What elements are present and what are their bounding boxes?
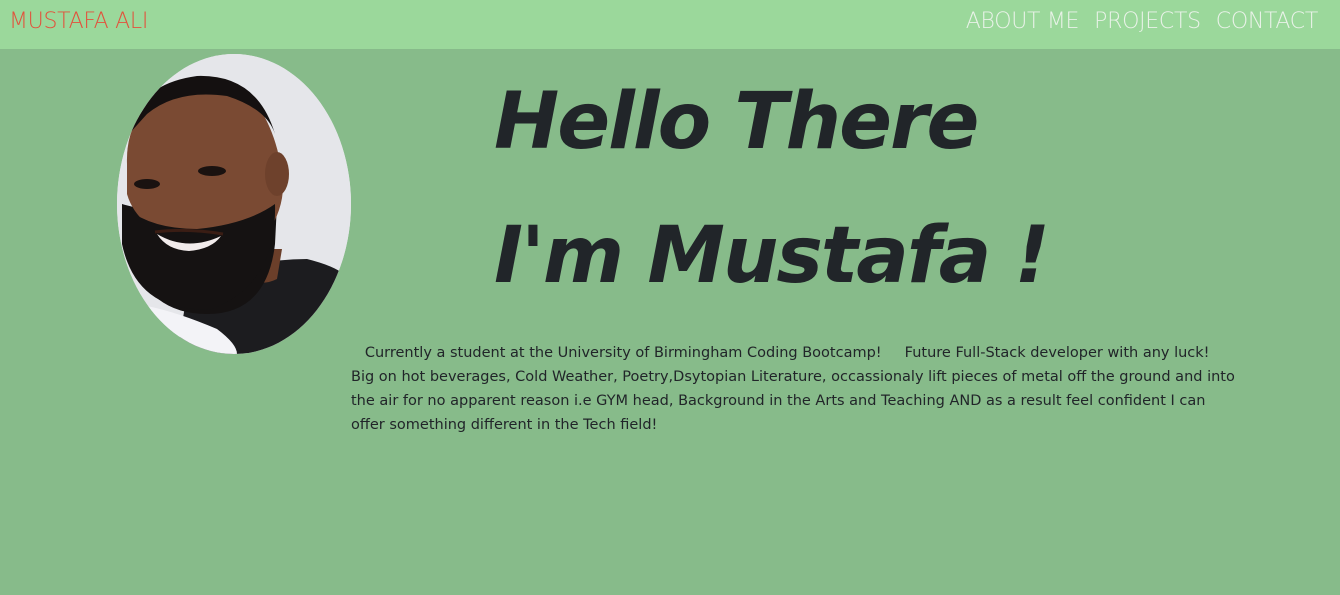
nav-projects[interactable]: PROJECTS (1094, 9, 1201, 34)
top-navbar: MUSTAFA ALI ABOUT ME PROJECTS CONTACT (0, 0, 1340, 49)
brand-link[interactable]: MUSTAFA ALI (9, 9, 148, 34)
nav-contact[interactable]: CONTACT (1216, 9, 1319, 34)
nav-links: ABOUT ME PROJECTS CONTACT (966, 9, 1319, 34)
profile-photo (117, 54, 351, 354)
profile-photo-icon (117, 54, 351, 354)
hero-heading-line1: Hello There (494, 77, 979, 167)
nav-about-me[interactable]: ABOUT ME (966, 9, 1080, 34)
bio-paragraph: Currently a student at the University of… (351, 345, 1240, 433)
hero-heading-line2: I'm Mustafa ! (494, 211, 1050, 301)
hero-heading: Hello There I'm Mustafa ! (494, 72, 1050, 340)
